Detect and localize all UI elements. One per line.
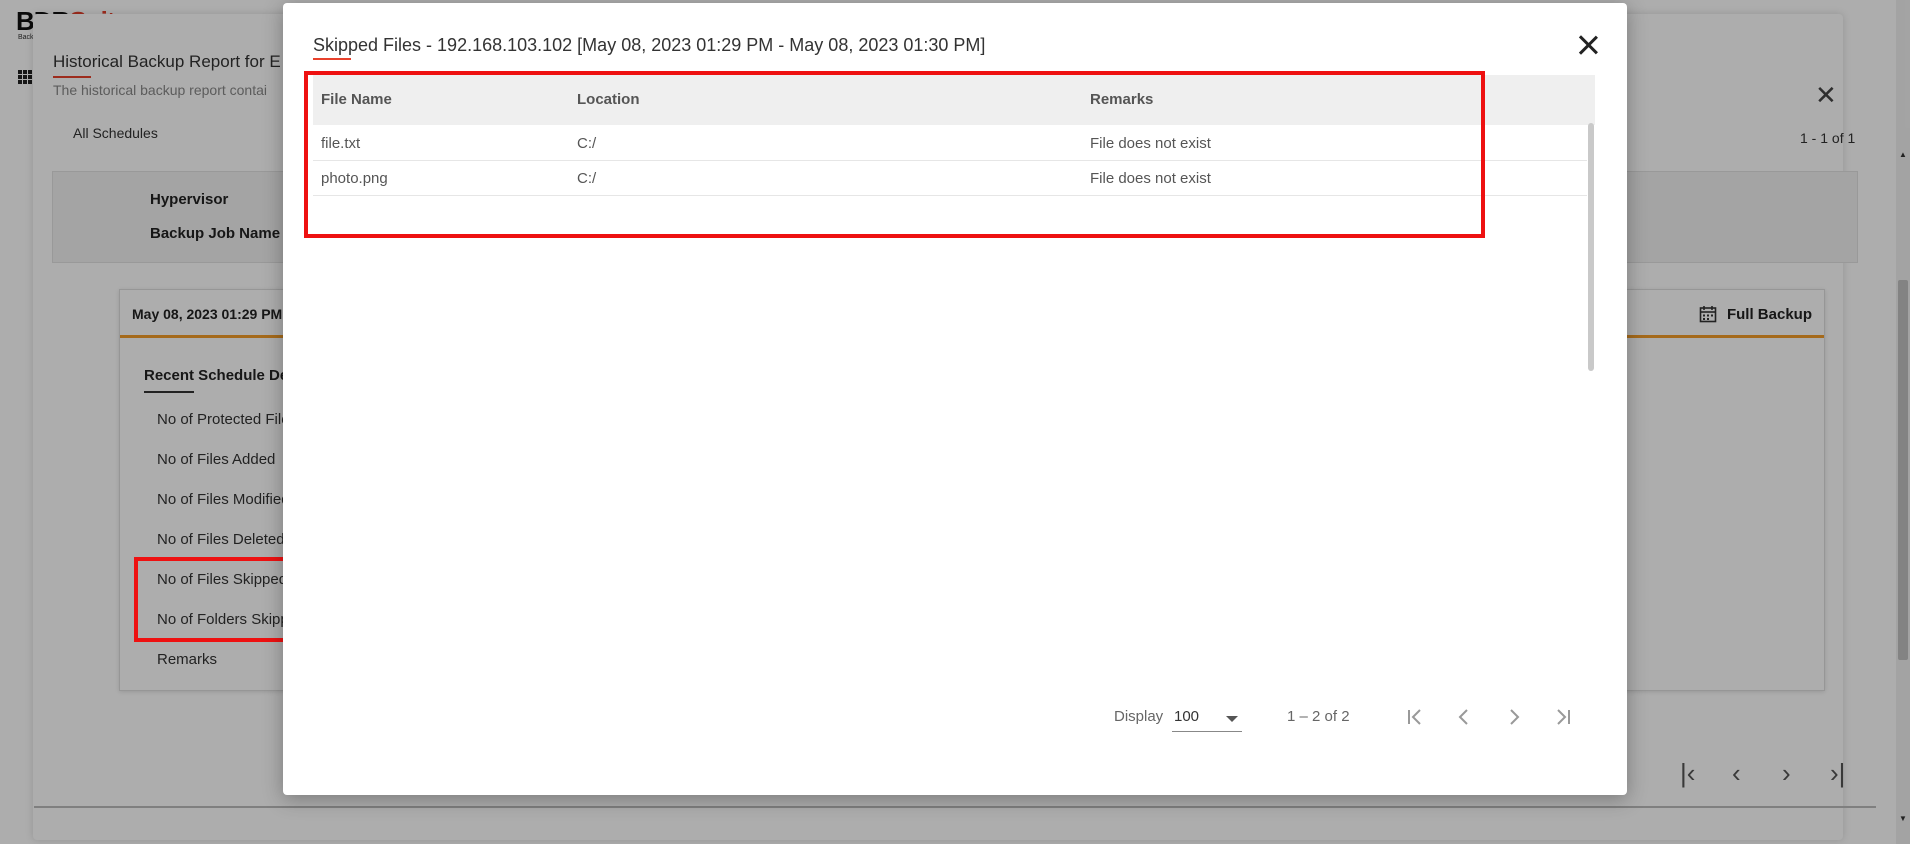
skipped-rows-highlight [134, 557, 290, 642]
close-icon[interactable] [1573, 30, 1603, 60]
chevron-right-icon [1510, 709, 1520, 725]
first-page-button[interactable] [1399, 701, 1431, 733]
prev-page-button[interactable] [1448, 701, 1480, 733]
display-label: Display [1114, 708, 1164, 725]
dialog-title: Skipped Files - 192.168.103.102 [May 08,… [313, 35, 986, 55]
chevron-down-icon [1226, 716, 1238, 722]
last-page-icon [1557, 709, 1570, 725]
chevron-left-icon [1458, 709, 1468, 725]
first-page-icon [1408, 709, 1421, 725]
last-page-button[interactable] [1547, 701, 1579, 733]
page-size-value: 100 [1174, 708, 1200, 725]
page-range: 1 – 2 of 2 [1287, 708, 1350, 725]
page-size-select[interactable]: 100 [1172, 704, 1242, 732]
dialog-title-underline [313, 58, 351, 60]
table-scrollbar[interactable] [1588, 123, 1594, 371]
next-page-button[interactable] [1498, 701, 1530, 733]
table-highlight [304, 71, 1485, 238]
table-paginator: Display 100 1 – 2 of 2 [283, 698, 1627, 738]
